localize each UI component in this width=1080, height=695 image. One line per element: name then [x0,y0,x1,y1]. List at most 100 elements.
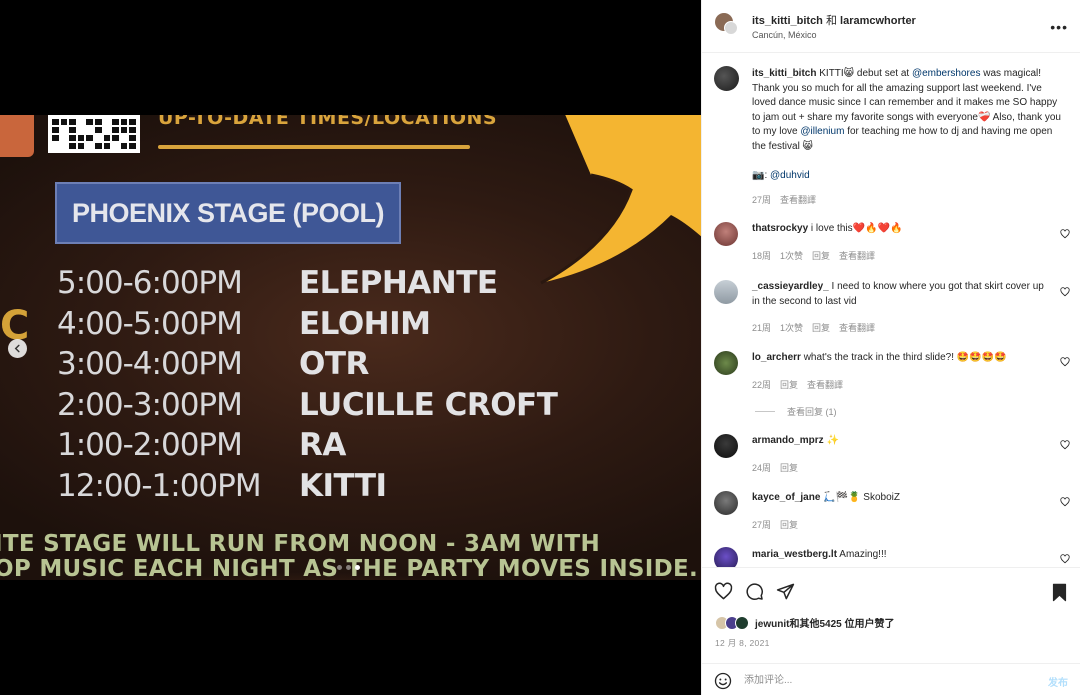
view-replies-label[interactable]: 查看回复 (1) [787,405,837,418]
stage-title-box: PHOENIX STAGE (POOL) [55,182,401,244]
qr-code [48,115,140,153]
schedule-time: 5:00-6:00PM [57,265,243,301]
comment-like-heart-icon[interactable] [1060,440,1070,450]
post-comment-button[interactable]: 发布 [1048,674,1068,689]
comment-reply-button[interactable]: 回复 [780,518,798,531]
post-actions: jewunit和其他5425 位用户赞了 12 月 8, 2021 发布 [702,567,1080,695]
likes-summary[interactable]: jewunit和其他5425 位用户赞了 [715,615,894,630]
schedule-row: 2:00-3:00PM LUCILLE CROFT [57,385,558,425]
comment-reply-button[interactable]: 回复 [780,461,798,474]
footer-text-line-1: ITE STAGE WILL RUN FROM NOON - 3AM WITH [0,531,601,557]
coauthor-username[interactable]: laramcwhorter [840,15,916,27]
schedule-time: 2:00-3:00PM [57,386,243,423]
emoji-icon[interactable] [714,672,732,690]
post-authors: its_kitti_bitch 和 laramcwhorter [752,12,916,28]
send-icon[interactable] [776,582,795,601]
comment-username[interactable]: _cassieyardley_ [752,281,829,292]
heart-icon[interactable] [714,582,733,601]
comment-reply-button[interactable]: 回复 [780,378,798,391]
comments-section[interactable]: its_kitti_bitch KITTI😸 debut set at @emb… [702,54,1080,567]
qr-module [112,127,119,133]
comment-age: 21周 [752,323,772,333]
comment-see-translation[interactable]: 查看翻譯 [807,378,843,391]
comment-reply-button[interactable]: 回复 [812,321,830,334]
schedule-act: LUCILLE CROFT [299,386,558,423]
coauthor-avatar[interactable] [724,21,738,35]
qr-module [104,119,111,125]
qr-module [52,143,59,149]
likes-count-text[interactable]: 和其他5425 位用户赞了 [789,619,894,630]
comment-like-heart-icon[interactable] [1060,497,1070,507]
stage-title: PHOENIX STAGE (POOL) [71,197,385,228]
post-location[interactable]: Cancún, México [752,30,817,40]
schedule-act: RA [299,427,346,463]
comment-likes[interactable]: 1次赞 [780,249,803,262]
qr-module [86,127,93,133]
comment-like-heart-icon[interactable] [1060,287,1070,297]
comment-text: _cassieyardley_ I need to know where you… [752,280,1052,309]
comment-avatar[interactable] [714,434,738,458]
comment-likes[interactable]: 1次赞 [780,321,803,334]
previous-slide-button[interactable] [8,339,27,358]
comment-see-translation[interactable]: 查看翻譯 [839,249,875,262]
comment-like-heart-icon[interactable] [1060,554,1070,564]
comment-avatar[interactable] [714,280,738,304]
comment-text: thatsrockyy i love this❤️🔥❤️🔥 [752,222,1052,237]
schedule-act: ELOHIM [299,305,431,342]
comment-body: ✨ [823,435,839,446]
caption-age: 27周 [752,195,772,205]
comment-username[interactable]: lo_archerr [752,352,801,363]
caption-see-translation[interactable]: 查看翻譯 [780,193,816,206]
add-comment-bar: 发布 [702,663,1080,695]
comment-body: 🛴🏁🍍 SkoboiZ [820,492,900,503]
comment-username[interactable]: armando_mprz [752,435,824,446]
comment-see-translation[interactable]: 查看翻譯 [839,321,875,334]
comment-avatar[interactable] [714,491,738,515]
author-username[interactable]: its_kitti_bitch [752,15,823,27]
mention-illenium[interactable]: @illenium [800,126,844,137]
comment-avatar[interactable] [714,547,738,567]
comment-like-heart-icon[interactable] [1060,229,1070,239]
qr-module [52,127,59,133]
mention-embershores[interactable]: @embershores [912,68,981,79]
comment-avatar[interactable] [714,351,738,375]
comment-input[interactable] [744,671,1024,689]
qr-module [104,127,111,133]
caption-avatar[interactable] [714,66,739,91]
qr-module [77,143,85,149]
comment-meta: 21周 1次赞 回复 查看翻譯 [752,321,875,334]
liker-username[interactable]: jewunit [755,619,789,630]
comment-meta: 27周 回复 [752,518,798,531]
qr-module [61,135,68,141]
comment-meta: 22周 回复 查看翻譯 [752,378,843,391]
comment-avatar[interactable] [714,222,738,246]
qr-module [69,143,76,149]
post-header: its_kitti_bitch 和 laramcwhorter Cancún, … [702,0,1080,53]
qr-module [103,135,111,141]
comment-like-heart-icon[interactable] [1060,357,1070,367]
mention-duhvid[interactable]: @duhvid [770,170,810,181]
qr-module [86,119,93,125]
comment-username[interactable]: thatsrockyy [752,223,808,234]
more-options-icon[interactable]: ••• [1050,19,1068,35]
comment-username[interactable]: kayce_of_jane [752,492,820,503]
schedule-act: ELEPHANTE [299,265,498,301]
qr-module [112,143,119,149]
schedule-time: 12:00-1:00PM [57,467,262,504]
comment-text: lo_archerr what's the track in the third… [752,351,1052,366]
qr-module [129,135,136,141]
caption-meta: 27周 查看翻譯 [752,193,816,206]
qr-module [121,135,128,141]
view-replies-button[interactable]: 查看回复 (1) [755,405,837,418]
caption-username[interactable]: its_kitti_bitch [752,68,816,79]
qr-module [86,143,93,149]
comment-icon[interactable] [745,582,764,601]
schedule-act: KITTI [299,467,387,504]
bookmark-icon[interactable] [1051,583,1068,602]
qr-module [112,119,119,125]
comment-username[interactable]: maria_westberg.lt [752,549,837,560]
qr-module [78,127,85,133]
comment-reply-button[interactable]: 回复 [812,249,830,262]
schedule-row: 3:00-4:00PM OTR [57,344,369,384]
and-text: 和 [822,15,841,27]
